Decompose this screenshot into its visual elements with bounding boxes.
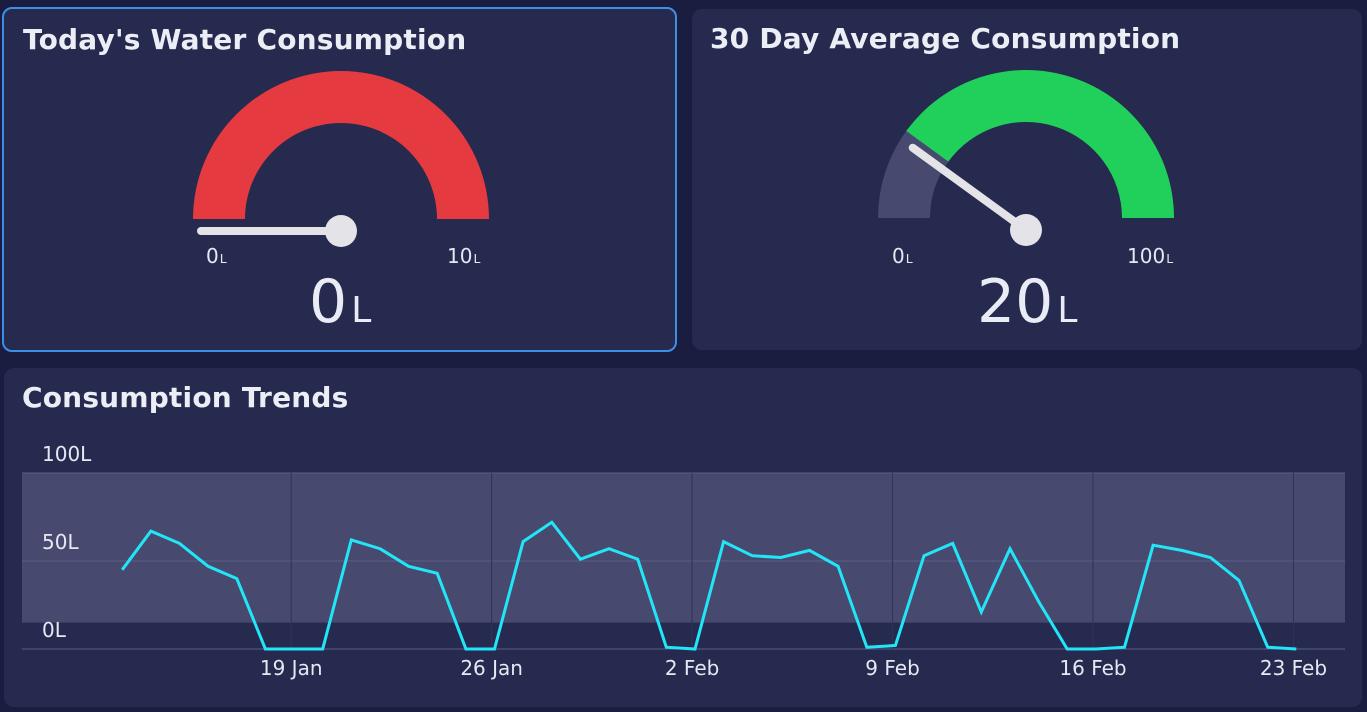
x-tick-label: 26 Jan bbox=[460, 656, 523, 680]
x-tick-label: 19 Jan bbox=[260, 656, 323, 680]
x-tick-label: 23 Feb bbox=[1260, 656, 1327, 680]
x-tick-label: 9 Feb bbox=[865, 656, 920, 680]
consumption-trends-card[interactable]: Consumption Trends 100L 50L 0L 19 Jan 26 Jan… bbox=[4, 368, 1362, 707]
today-gauge-fill bbox=[193, 71, 489, 219]
average-gauge-max-label: 100L bbox=[1127, 244, 1174, 268]
today-gauge-hub bbox=[325, 215, 357, 247]
today-gauge-max-label: 10L bbox=[447, 244, 481, 268]
average-gauge-min-label: 0L bbox=[892, 244, 913, 268]
average-gauge-fill bbox=[906, 70, 1174, 218]
today-gauge-min-label: 0L bbox=[206, 244, 227, 268]
x-tick-label: 2 Feb bbox=[665, 656, 720, 680]
average-consumption-card[interactable]: 30 Day Average Consumption 0L 100L 20 L bbox=[692, 9, 1362, 350]
chart-range-band bbox=[22, 473, 1345, 623]
average-gauge-hub bbox=[1010, 214, 1042, 246]
x-tick-label: 16 Feb bbox=[1059, 656, 1126, 680]
y-tick-label: 0L bbox=[42, 618, 67, 642]
average-gauge-value: 20 L bbox=[977, 267, 1078, 337]
today-gauge-value: 0L bbox=[309, 267, 372, 337]
y-tick-label: 50L bbox=[42, 530, 79, 554]
y-tick-label: 100L bbox=[42, 442, 92, 466]
consumption-trends-chart: 100L 50L 0L 19 Jan 26 Jan 2 Feb 9 Feb 16 Feb 23 … bbox=[22, 442, 1345, 680]
today-consumption-card[interactable]: Today's Water Consumption 0L 10L 0L bbox=[2, 7, 677, 352]
